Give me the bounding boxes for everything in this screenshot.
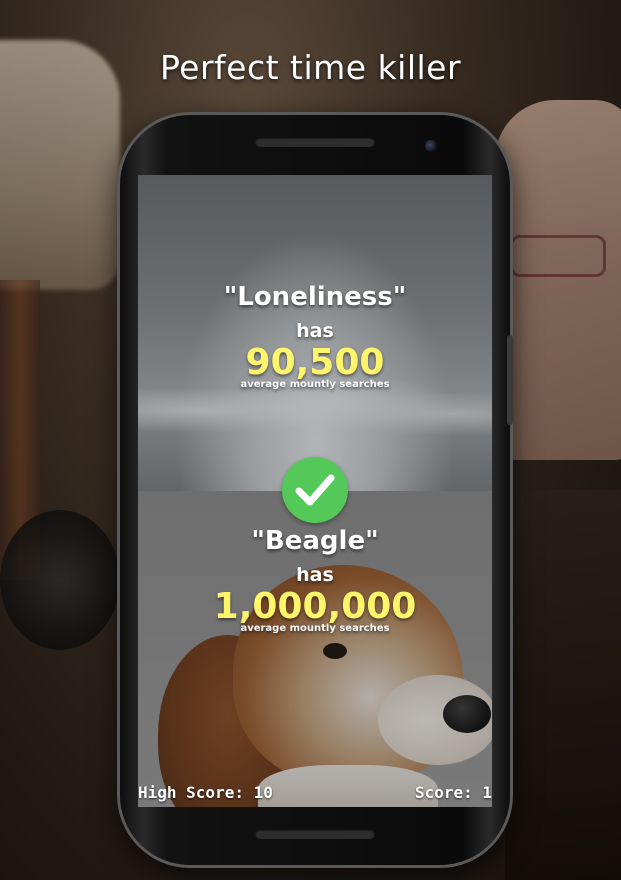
correct-badge: [282, 457, 348, 523]
background-glasses: [510, 235, 606, 277]
background-rotary-phone: [0, 510, 120, 650]
high-score: High Score: 10: [138, 783, 273, 802]
front-camera: [425, 140, 437, 152]
promo-screenshot: Perfect time killer "Loneliness" has 90,…: [0, 0, 621, 880]
first-keyword-info: "Loneliness" has 90,500 average mountly …: [138, 283, 492, 390]
promo-headline: Perfect time killer: [159, 48, 462, 87]
checkmark-icon: [295, 474, 335, 506]
side-button: [507, 335, 513, 425]
phone-device: "Loneliness" has 90,500 average mountly …: [120, 115, 513, 865]
bottom-speaker: [255, 829, 375, 839]
first-keyword: "Loneliness": [223, 282, 407, 312]
score-bar: High Score: 10 Score: 1: [138, 783, 492, 807]
first-search-count: 90,500: [245, 341, 385, 383]
second-connector: has: [296, 563, 334, 586]
first-connector: has: [296, 319, 334, 342]
background-man: [495, 100, 621, 460]
earpiece-speaker: [255, 137, 375, 147]
second-search-count: 1,000,000: [213, 585, 417, 627]
background-shadow: [505, 490, 621, 880]
game-screen: "Loneliness" has 90,500 average mountly …: [138, 175, 492, 807]
second-keyword: "Beagle": [251, 526, 379, 556]
second-keyword-info: "Beagle" has 1,000,000 average mountly s…: [138, 527, 492, 634]
second-caption: average mountly searches: [240, 623, 390, 635]
current-score: Score: 1: [414, 783, 492, 802]
first-caption: average mountly searches: [240, 379, 390, 391]
